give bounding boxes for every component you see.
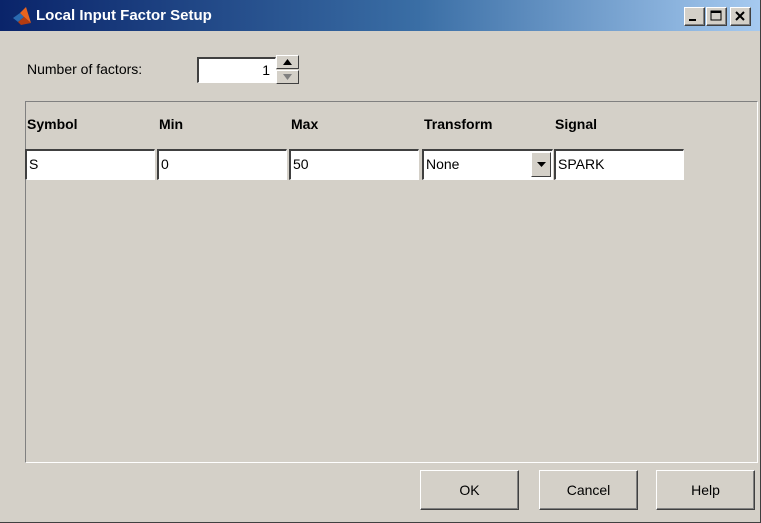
- column-header-symbol: Symbol: [27, 116, 78, 132]
- help-button[interactable]: Help: [656, 470, 755, 510]
- title-bar[interactable]: Local Input Factor Setup: [0, 0, 760, 31]
- window-title: Local Input Factor Setup: [36, 7, 212, 24]
- min-input[interactable]: 0: [157, 149, 287, 180]
- chevron-down-icon: [537, 162, 546, 167]
- close-icon: [735, 11, 745, 21]
- column-header-signal: Signal: [555, 116, 598, 132]
- number-of-factors-spinner[interactable]: [276, 55, 299, 84]
- close-button[interactable]: [730, 7, 751, 26]
- column-header-transform: Transform: [424, 116, 493, 132]
- dialog-window: Local Input Factor Setup Number of facto…: [0, 0, 761, 523]
- column-header-min: Min: [159, 116, 184, 132]
- minimize-icon: [689, 19, 696, 21]
- column-header-max: Max: [291, 116, 319, 132]
- ok-button[interactable]: OK: [420, 470, 519, 510]
- minimize-button[interactable]: [684, 7, 705, 26]
- maximize-button[interactable]: [706, 7, 727, 26]
- symbol-input[interactable]: S: [25, 149, 155, 180]
- spinner-down-button[interactable]: [276, 70, 299, 84]
- transform-select[interactable]: None: [422, 149, 553, 180]
- cancel-button[interactable]: Cancel: [539, 470, 638, 510]
- number-of-factors-label: Number of factors:: [27, 61, 143, 77]
- matlab-logo-icon: [13, 7, 31, 25]
- maximize-icon: [710, 10, 722, 21]
- transform-dropdown-button[interactable]: [531, 152, 551, 177]
- max-input[interactable]: 50: [289, 149, 419, 180]
- arrow-up-icon: [283, 59, 292, 65]
- spinner-up-button[interactable]: [276, 55, 299, 69]
- arrow-down-icon: [283, 74, 292, 80]
- signal-input[interactable]: SPARK: [554, 149, 684, 180]
- transform-select-value: None: [426, 156, 460, 172]
- number-of-factors-input[interactable]: 1: [197, 57, 276, 83]
